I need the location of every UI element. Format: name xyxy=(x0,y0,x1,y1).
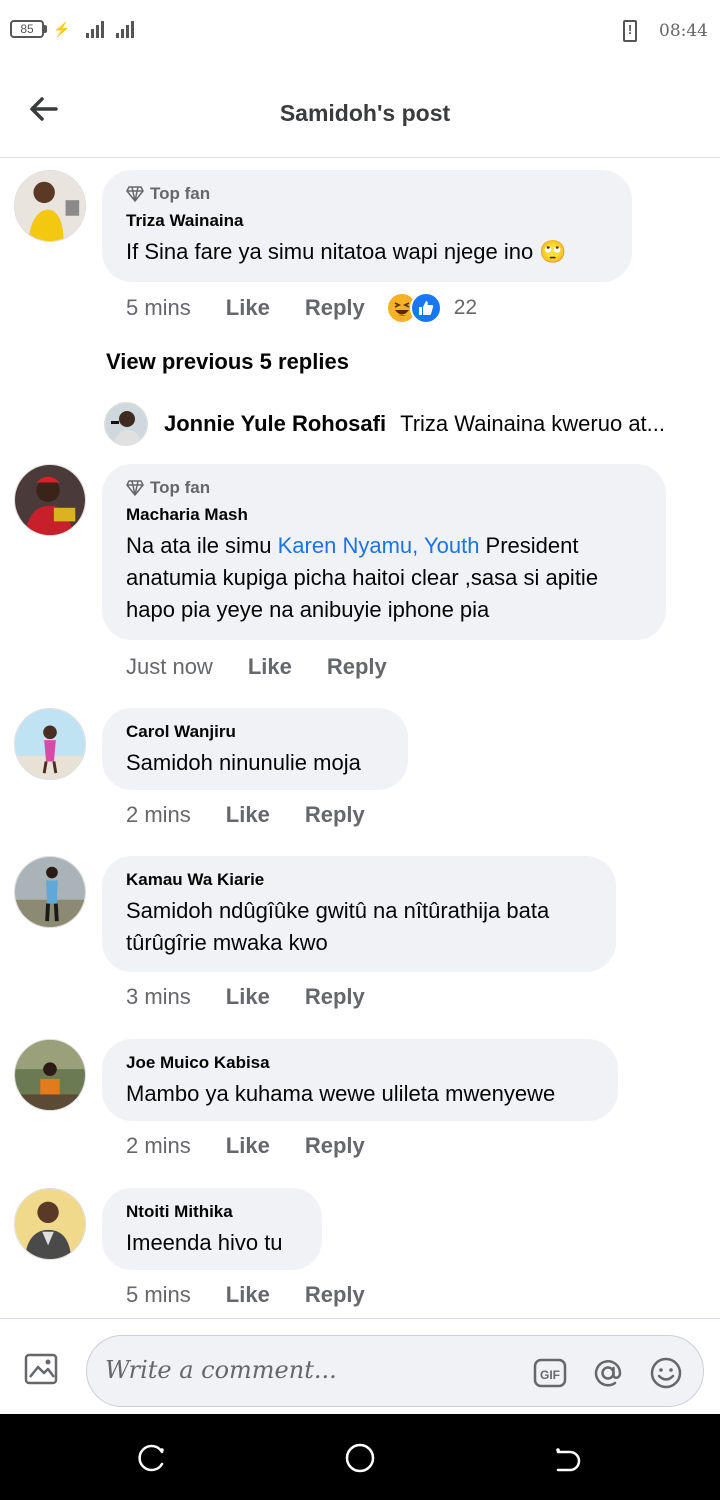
comment-text: Mambo ya kuhama wewe ulileta mwenyewe xyxy=(126,1081,556,1106)
like-reaction-icon xyxy=(409,292,442,324)
reaction-count: 22 xyxy=(453,296,478,319)
mention-icon[interactable] xyxy=(591,1356,625,1390)
system-nav-bar xyxy=(0,1414,720,1500)
comment-placeholder: Write a comment... xyxy=(105,1356,337,1384)
badge-label: Top fan xyxy=(150,184,211,203)
comment-bubble[interactable]: Carol Wanjiru Samidoh ninunulie moja xyxy=(102,708,408,790)
status-left: 85 ⚡ xyxy=(10,20,135,38)
reply-button[interactable]: Reply xyxy=(327,654,387,680)
mention-link[interactable]: Karen Nyamu, Youth xyxy=(278,533,480,558)
phone-alert-icon xyxy=(623,20,637,42)
battery-indicator: 85 xyxy=(10,20,47,38)
comment-text-start: Na ata ile simu xyxy=(126,533,278,558)
comment-text: Samidoh ndûgîûke gwitû na nîtûrathija ba… xyxy=(126,898,550,955)
reply-button[interactable]: Reply xyxy=(305,802,365,828)
comment-author[interactable]: Triza Wainaina xyxy=(126,211,608,231)
comment-time[interactable]: 3 mins xyxy=(126,984,191,1010)
comment-time[interactable]: Just now xyxy=(126,654,213,680)
avatar[interactable] xyxy=(14,1039,86,1111)
comment-meta: 2 mins Like Reply xyxy=(126,802,400,828)
reply-button[interactable]: Reply xyxy=(305,984,365,1010)
comment-bubble[interactable]: Joe Muico Kabisa Mambo ya kuhama wewe ul… xyxy=(102,1039,618,1121)
photo-icon[interactable] xyxy=(24,1353,62,1387)
reply-button[interactable]: Reply xyxy=(305,1133,365,1159)
comment-time[interactable]: 5 mins xyxy=(126,1282,191,1308)
comment-bubble[interactable]: Top fan Triza Wainaina If Sina fare ya s… xyxy=(102,170,632,282)
comment-bubble[interactable]: Kamau Wa Kiarie Samidoh ndûgîûke gwitû n… xyxy=(102,856,616,972)
comment-meta: 5 mins Like Reply 22 xyxy=(126,292,477,324)
status-time: 08:44 xyxy=(659,21,708,41)
avatar[interactable] xyxy=(14,856,86,928)
gif-icon[interactable]: GIF xyxy=(533,1356,567,1390)
like-button[interactable]: Like xyxy=(226,1133,270,1159)
comment-author[interactable]: Joe Muico Kabisa xyxy=(126,1053,594,1073)
comment-time[interactable]: 2 mins xyxy=(126,1133,191,1159)
emoji-icon[interactable] xyxy=(649,1356,683,1390)
like-button[interactable]: Like xyxy=(226,1282,270,1308)
comment-text: Samidoh ninunulie moja xyxy=(126,750,361,775)
charging-icon: ⚡ xyxy=(53,20,71,37)
comment-meta: 2 mins Like Reply xyxy=(126,1133,400,1159)
comment-input[interactable]: Write a comment... GIF xyxy=(86,1335,704,1407)
status-right: 08:44 xyxy=(623,20,708,42)
comment-text: Imeenda hivo tu xyxy=(126,1230,283,1255)
svg-text:GIF: GIF xyxy=(540,1368,560,1382)
diamond-icon xyxy=(126,480,144,496)
reply-preview[interactable]: Jonnie Yule Rohosafi Triza Wainaina kwer… xyxy=(104,402,704,446)
like-button[interactable]: Like xyxy=(226,802,270,828)
like-button[interactable]: Like xyxy=(226,295,270,321)
signal-2-icon xyxy=(116,20,135,38)
reply-avatar[interactable] xyxy=(104,402,148,446)
reply-button[interactable]: Reply xyxy=(305,1282,365,1308)
comment-composer: Write a comment... GIF xyxy=(0,1318,720,1414)
reply-text: Triza Wainaina kweruo at... xyxy=(400,411,666,436)
comment-time[interactable]: 2 mins xyxy=(126,802,191,828)
comment-author[interactable]: Ntoiti Mithika xyxy=(126,1202,298,1222)
reply-author[interactable]: Jonnie Yule Rohosafi xyxy=(164,411,386,437)
page-title: Samidoh's post xyxy=(279,100,451,126)
comment-bubble[interactable]: Ntoiti Mithika Imeenda hivo tu xyxy=(102,1188,322,1270)
avatar[interactable] xyxy=(14,170,86,242)
reactions-summary[interactable]: 22 xyxy=(385,292,478,324)
comment-author[interactable]: Macharia Mash xyxy=(126,505,642,525)
home-icon[interactable] xyxy=(344,1442,376,1474)
diamond-icon xyxy=(126,186,144,202)
comment-text: If Sina fare ya simu nitatoa wapi njege … xyxy=(126,239,567,264)
back-nav-icon[interactable] xyxy=(552,1442,584,1474)
avatar[interactable] xyxy=(14,464,86,536)
comment-author[interactable]: Carol Wanjiru xyxy=(126,722,384,742)
comment-author[interactable]: Kamau Wa Kiarie xyxy=(126,870,592,890)
view-previous-replies-link[interactable]: View previous 5 replies xyxy=(106,349,349,375)
reply-button[interactable]: Reply xyxy=(305,295,365,321)
signal-1-icon xyxy=(86,20,105,38)
comment-text: Na ata ile simu Karen Nyamu, Youth Presi… xyxy=(126,530,642,626)
status-bar: 85 ⚡ 08:44 xyxy=(0,0,720,64)
like-button[interactable]: Like xyxy=(226,984,270,1010)
avatar[interactable] xyxy=(14,1188,86,1260)
post-header: Samidoh's post xyxy=(0,64,720,158)
comment-meta: 3 mins Like Reply xyxy=(126,984,400,1010)
recent-apps-icon[interactable] xyxy=(136,1442,168,1474)
top-fan-badge: Top fan xyxy=(126,478,642,498)
top-fan-badge: Top fan xyxy=(126,184,608,204)
comment-bubble[interactable]: Top fan Macharia Mash Na ata ile simu Ka… xyxy=(102,464,666,640)
badge-label: Top fan xyxy=(150,478,211,497)
comment-meta: Just now Like Reply xyxy=(126,654,422,680)
avatar[interactable] xyxy=(14,708,86,780)
comment-time[interactable]: 5 mins xyxy=(126,295,191,321)
comment-meta: 5 mins Like Reply xyxy=(126,1282,400,1308)
battery-level: 85 xyxy=(10,20,44,38)
like-button[interactable]: Like xyxy=(248,654,292,680)
